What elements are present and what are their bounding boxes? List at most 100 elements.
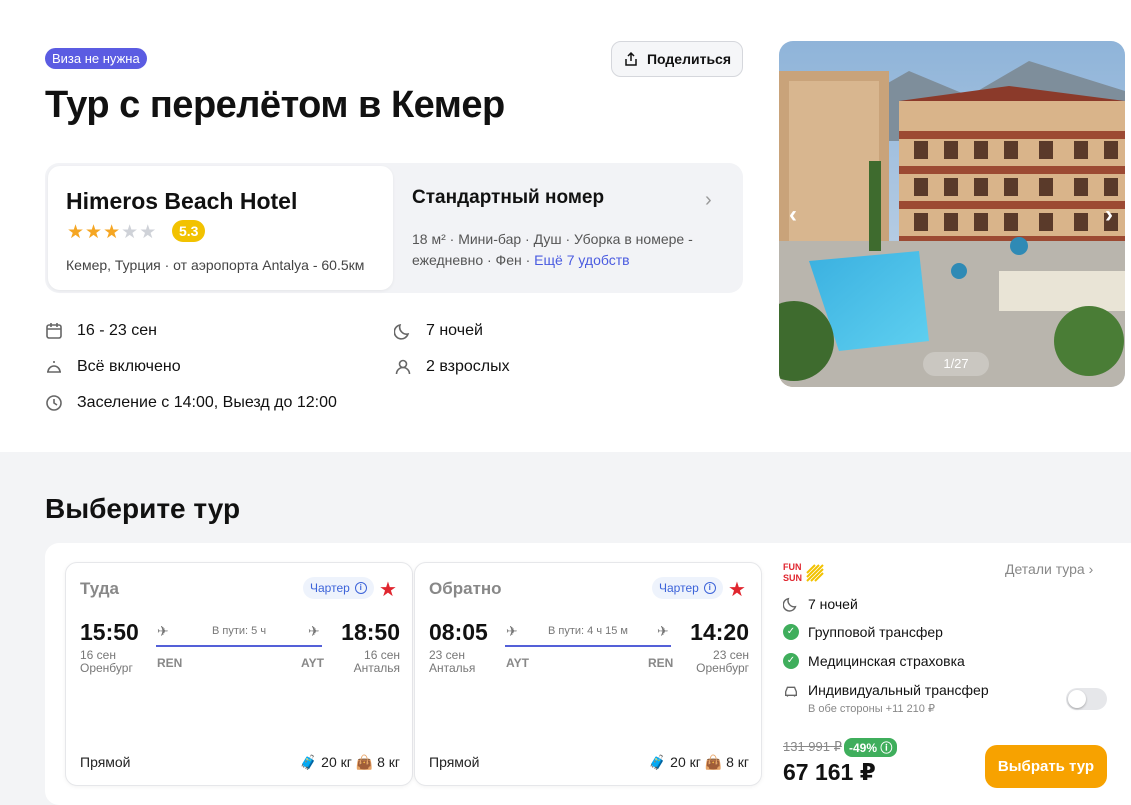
nights-text: 7 ночей — [426, 322, 483, 339]
arrival-time: 18:50 — [341, 619, 400, 645]
more-amenities-link[interactable]: Ещё 7 удобств — [534, 252, 629, 268]
nights-row: 7 ночей — [394, 322, 483, 340]
arrival-time: 14:20 — [690, 619, 749, 645]
charter-label: Чартер — [310, 581, 350, 595]
offer-insurance-text: Медицинская страховка — [808, 653, 965, 669]
suitcase-icon: 🧳 — [299, 754, 318, 770]
gallery-prev-arrow-icon[interactable]: ‹ — [789, 201, 797, 229]
check-icon: ✓ — [783, 653, 799, 669]
room-title[interactable]: Стандартный номер — [412, 187, 604, 209]
gallery-counter: 1/27 — [923, 352, 989, 376]
price: 67 161 ₽ — [783, 759, 876, 785]
visa-badge: Виза не нужна — [45, 48, 147, 69]
chevron-right-icon[interactable]: › — [705, 189, 712, 212]
guests-row: 2 взрослых — [394, 358, 510, 376]
moon-icon — [394, 323, 410, 340]
offer-individual-transfer: Индивидуальный трансфер — [783, 682, 989, 698]
airline-logo-icon: ★ — [728, 579, 746, 601]
departure-airport-code: AYT — [506, 656, 529, 670]
route-line — [505, 645, 671, 647]
discount-badge: -49% ⓘ — [844, 738, 898, 757]
dates-row: 16 - 23 сен — [45, 322, 157, 340]
offer-transfer: ✓ Групповой трансфер — [783, 624, 943, 640]
arrival-airport-code: REN — [648, 656, 674, 670]
baggage-info: 🧳 20 кг 👜 8 кг — [300, 754, 400, 771]
arrival-airport-code: AYT — [301, 656, 324, 670]
takeoff-icon: ✈ — [157, 623, 169, 639]
info-icon[interactable]: ⓘ — [880, 741, 892, 755]
route-line — [156, 645, 322, 647]
hand-luggage-weight: 8 кг — [377, 754, 400, 770]
info-icon[interactable]: i — [354, 582, 367, 594]
departure-time: 08:05 — [429, 619, 488, 645]
star-icon: ★ — [103, 222, 121, 243]
airline-logo-icon: ★ — [379, 579, 397, 601]
tour-details-label: Детали тура — [1005, 561, 1085, 577]
landing-icon: ✈ — [657, 623, 669, 639]
offer-insurance: ✓ Медицинская страховка — [783, 653, 965, 669]
star-empty-icon: ★ — [139, 222, 157, 243]
cloche-icon — [47, 361, 61, 373]
info-icon[interactable]: i — [703, 582, 716, 594]
handbag-icon: 👜 — [355, 754, 374, 770]
choose-tour-button[interactable]: Выбрать тур — [985, 745, 1107, 788]
share-label: Поделиться — [646, 51, 732, 67]
person-icon — [395, 359, 411, 375]
offer-transfer-text: Групповой трансфер — [808, 624, 943, 640]
flight-duration: В пути: 5 ч — [212, 625, 267, 637]
departure-airport-code: REN — [157, 656, 183, 670]
baggage-weight: 20 кг — [670, 754, 701, 770]
share-button[interactable]: Поделиться — [611, 41, 743, 77]
offer-nights: 7 ночей — [783, 596, 858, 612]
departure-city: Анталья — [429, 661, 476, 675]
old-price: 131 991 ₽ — [783, 739, 842, 754]
baggage-info: 🧳 20 кг 👜 8 кг — [649, 754, 749, 771]
gallery-next-arrow-icon[interactable]: › — [1105, 201, 1113, 229]
share-icon — [625, 51, 637, 66]
charter-badge: Чартер i — [652, 577, 723, 599]
svg-text:FUN: FUN — [783, 562, 802, 572]
hotel-room-block: Himeros Beach Hotel ★ ★ ★ ★ ★ 5.3 Кемер,… — [45, 163, 743, 293]
charter-badge: Чартер i — [303, 577, 374, 599]
moon-icon — [783, 597, 797, 612]
offer-nights-text: 7 ночей — [808, 596, 858, 612]
check-icon: ✓ — [783, 624, 799, 640]
checkin-row: Заселение с 14:00, Выезд до 12:00 — [45, 394, 337, 412]
charter-label: Чартер — [659, 581, 699, 595]
individual-transfer-toggle[interactable] — [1066, 688, 1107, 710]
chevron-right-icon: › — [1088, 561, 1094, 577]
arrival-city: Анталья — [353, 661, 400, 675]
rating-badge: 5.3 — [172, 220, 206, 242]
hotel-photo — [779, 41, 1125, 387]
departure-city: Оренбург — [80, 661, 133, 675]
hotel-name: Himeros Beach Hotel — [66, 188, 298, 214]
flight-type: Прямой — [80, 754, 131, 770]
section-title: Выберите тур — [45, 493, 241, 524]
car-icon — [785, 686, 797, 697]
return-flight-card[interactable]: Обратно Чартер i ★ 08:05 23 сен Анталья ✈… — [414, 562, 762, 786]
checkin-text: Заселение с 14:00, Выезд до 12:00 — [77, 394, 337, 411]
calendar-icon — [46, 323, 62, 339]
handbag-icon: 👜 — [704, 754, 723, 770]
hotel-photo-gallery[interactable]: ‹ › — [779, 41, 1125, 387]
star-empty-icon: ★ — [121, 222, 139, 243]
flight-duration: В пути: 4 ч 15 м — [548, 625, 628, 637]
meals-row: Всё включено — [45, 358, 181, 376]
dates-text: 16 - 23 сен — [77, 322, 157, 339]
tour-operator-logo: FUN SUN — [783, 561, 825, 588]
individual-transfer-note: В обе стороны +11 210 ₽ — [808, 703, 935, 715]
outbound-flight-card[interactable]: Туда Чартер i ★ 15:50 16 сен Оренбург ✈ В… — [65, 562, 413, 786]
tour-details-link[interactable]: Детали тура › — [1005, 561, 1093, 577]
svg-text:SUN: SUN — [783, 573, 802, 583]
tour-header-section: Виза не нужна Поделиться Тур с перелётом… — [0, 0, 1131, 452]
hotel-location: Кемер, Турция · от аэропорта Antalya - 6… — [66, 257, 365, 273]
flight-type: Прямой — [429, 754, 480, 770]
flight-direction-label: Обратно — [429, 579, 502, 598]
flight-direction-label: Туда — [80, 579, 120, 598]
guests-text: 2 взрослых — [426, 358, 510, 375]
hotel-card[interactable]: Himeros Beach Hotel ★ ★ ★ ★ ★ 5.3 Кемер,… — [48, 166, 393, 290]
room-amenities: 18 м² · Мини-бар · Душ · Уборка в номере… — [412, 229, 712, 271]
page-title: Тур с перелётом в Кемер — [45, 84, 505, 126]
star-icon: ★ — [85, 222, 103, 243]
hotel-stars: ★ ★ ★ ★ ★ — [67, 221, 156, 244]
